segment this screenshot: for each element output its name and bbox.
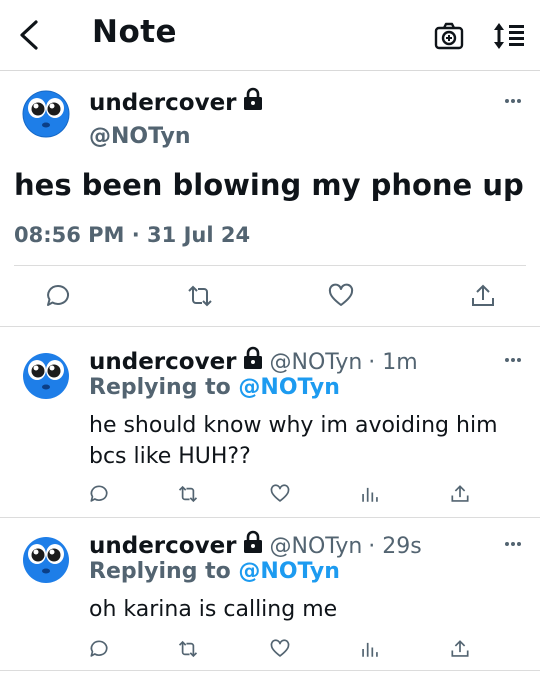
- page-title: Note: [92, 14, 178, 50]
- reply-icon: [90, 640, 108, 657]
- handle: @NOTyn: [269, 350, 363, 375]
- share-button[interactable]: [470, 283, 496, 309]
- reply-age: · 1m: [368, 350, 418, 375]
- more-icon[interactable]: [504, 98, 522, 104]
- like-icon: [270, 639, 290, 657]
- reply-button[interactable]: [45, 283, 71, 309]
- handle: @NOTyn: [269, 534, 363, 559]
- retweet-icon: [178, 485, 198, 503]
- reply-text-line: he should know why im avoiding him: [89, 413, 498, 438]
- lock-icon: [243, 87, 262, 110]
- divider: [0, 517, 540, 518]
- retweet-icon: [178, 640, 198, 658]
- top-bar: Note: [0, 0, 540, 71]
- views-button[interactable]: [360, 484, 380, 504]
- divider: [0, 326, 540, 327]
- reply-button[interactable]: [89, 484, 109, 504]
- like-icon: [328, 283, 354, 306]
- views-icon: [362, 642, 378, 657]
- more-icon[interactable]: [504, 357, 522, 363]
- avatar[interactable]: [22, 352, 70, 400]
- reply-icon: [90, 485, 108, 502]
- avatar[interactable]: [22, 536, 70, 584]
- reply-header[interactable]: undercover @NOTyn · 1m: [89, 346, 418, 375]
- reply-text-line: bcs like HUH??: [89, 444, 251, 469]
- display-name-text: undercover: [89, 90, 237, 116]
- share-button[interactable]: [450, 484, 470, 504]
- lock-icon: [243, 346, 262, 369]
- reply-button[interactable]: [89, 639, 109, 659]
- retweet-button[interactable]: [178, 484, 198, 504]
- lock-icon: [243, 530, 262, 553]
- tweet-text: hes been blowing my phone up: [14, 168, 524, 202]
- avatar[interactable]: [22, 90, 70, 138]
- like-button[interactable]: [270, 639, 290, 659]
- like-button[interactable]: [270, 484, 290, 504]
- replying-to-label: Replying to: [89, 375, 231, 400]
- display-name-text: undercover: [89, 533, 237, 559]
- views-icon: [362, 487, 378, 502]
- replying-to: Replying to @NOTyn: [89, 559, 340, 584]
- reply-text: oh karina is calling me: [89, 594, 529, 625]
- share-icon: [451, 485, 469, 502]
- retweet-button[interactable]: [187, 283, 213, 309]
- retweet-button[interactable]: [178, 639, 198, 659]
- back-icon[interactable]: [16, 19, 44, 51]
- reply-text-line: oh karina is calling me: [89, 597, 338, 622]
- camera-icon[interactable]: [434, 21, 464, 51]
- share-icon: [472, 284, 494, 306]
- divider: [14, 265, 526, 266]
- reply-header[interactable]: undercover @NOTyn · 29s: [89, 530, 422, 559]
- share-icon: [451, 640, 469, 657]
- divider: [0, 670, 540, 671]
- mention-link[interactable]: @NOTyn: [238, 559, 340, 584]
- views-button[interactable]: [360, 639, 380, 659]
- sort-icon[interactable]: [492, 21, 526, 51]
- reply-text: he should know why im avoiding him bcs l…: [89, 410, 529, 472]
- display-name[interactable]: undercover: [89, 87, 264, 116]
- replying-to: Replying to @NOTyn: [89, 375, 340, 400]
- reply-age: · 29s: [368, 534, 422, 559]
- share-button[interactable]: [450, 639, 470, 659]
- display-name-text: undercover: [89, 349, 237, 375]
- retweet-icon: [188, 285, 212, 307]
- tweet-timestamp: 08:56 PM · 31 Jul 24: [14, 223, 251, 247]
- reply-icon: [47, 284, 69, 306]
- mention-link[interactable]: @NOTyn: [238, 375, 340, 400]
- like-icon: [270, 484, 290, 502]
- replying-to-label: Replying to: [89, 559, 231, 584]
- more-icon[interactable]: [504, 541, 522, 547]
- like-button[interactable]: [328, 283, 354, 309]
- handle[interactable]: @NOTyn: [89, 124, 191, 149]
